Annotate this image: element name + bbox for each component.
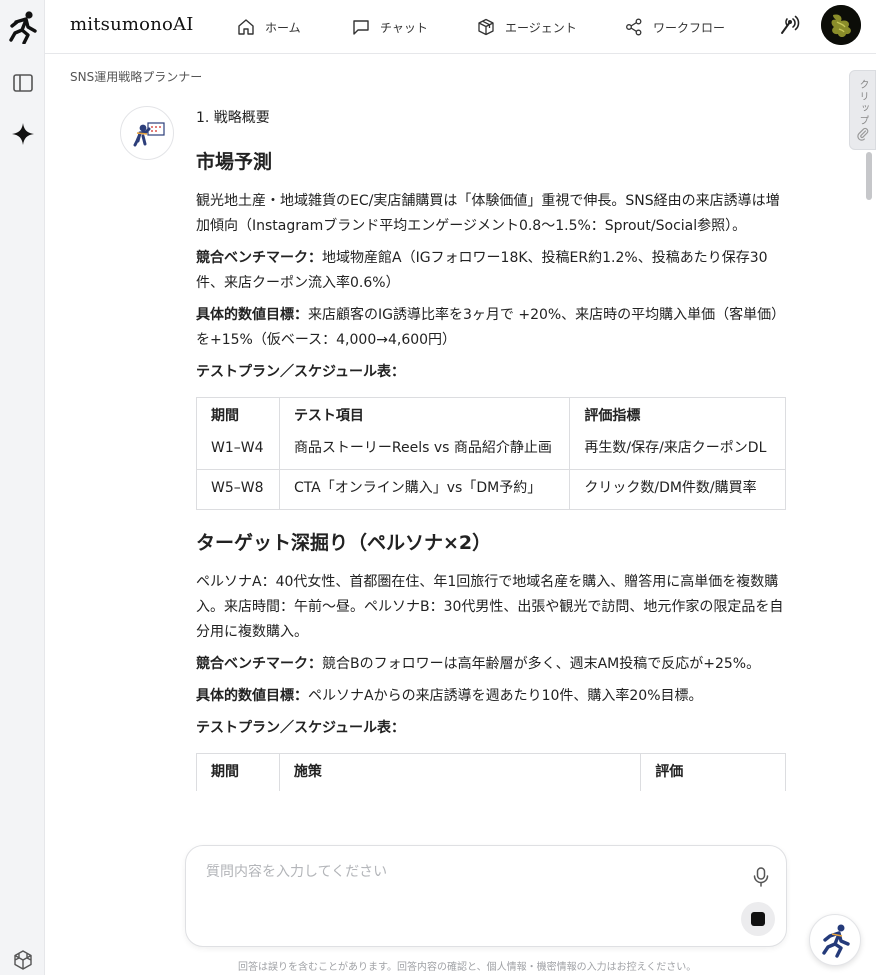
table-header-cell: 期間	[196, 397, 280, 436]
table-row: W1–W4 商品ストーリーReels vs 商品紹介静止画 再生数/保存/来店ク…	[196, 435, 786, 470]
persona-intro: ペルソナA：40代女性、首都圏在住、年1回旅行で地域名産を購入、贈答用に高単価を…	[196, 573, 784, 640]
table-cell: CTA「オンライン購入」vs「DM予約」	[278, 468, 571, 510]
target-text: ペルソナAからの来店誘導を週あたり10件、購入率20%目標。	[308, 687, 703, 704]
market-benchmark: 競合ベンチマーク：地域物産館A（IGフォロワー18K、投稿ER約1.2%、投稿あ…	[196, 246, 786, 296]
clip-label: クリップ	[857, 79, 868, 127]
benchmark-label: 競合ベンチマーク：	[196, 250, 322, 266]
nav-workflow[interactable]: ワークフロー	[625, 0, 725, 54]
top-header: mitsumonoAI ホーム チャット エージェント ワークフロー	[45, 0, 876, 54]
disclaimer-text: 回答は誤りを含むことがあります。回答内容の確認と、個人情報・機密情報の入力はお控…	[238, 962, 697, 973]
benchmark-label: 競合ベンチマーク：	[196, 655, 322, 672]
table-header-cell: 評価	[640, 752, 786, 791]
nav-agent[interactable]: エージェント	[477, 0, 577, 54]
planner-bot-icon	[133, 122, 165, 147]
table-cell: W5–W8	[196, 468, 280, 510]
persona-benchmark: 競合ベンチマーク：競合Bのフォロワーは高年齢層が多く、週末AM投稿で反応が+25…	[196, 652, 786, 677]
table-header-cell: 評価指標	[569, 397, 786, 436]
persona-schedule-table: 期間 施策 評価	[196, 752, 786, 791]
dragon-avatar-icon	[821, 5, 861, 45]
question-input[interactable]	[206, 864, 706, 880]
sidebar-toggle-icon[interactable]	[12, 72, 34, 94]
table-header-cell: 期間	[196, 752, 280, 791]
market-target: 具体的数値目標：来店顧客のIG誘導比率を3ヶ月で +20%、来店時の平均購入単価…	[196, 303, 786, 353]
home-icon	[238, 19, 254, 35]
table-cell: 商品ストーリーReels vs 商品紹介静止画	[278, 435, 571, 470]
table-header-cell: テスト項目	[278, 397, 571, 436]
codesandbox-icon[interactable]	[12, 949, 34, 971]
market-intro: 観光地土産・地域雑貨のEC/実店舗購買は「体験価値」重視で伸長。SNS経由の来店…	[196, 193, 780, 234]
paperclip-icon	[857, 127, 869, 141]
table-row: W5–W8 CTA「オンライン購入」vs「DM予約」 クリック数/DM件数/購買…	[196, 468, 786, 510]
nav-agent-label: エージェント	[505, 20, 577, 35]
breadcrumb[interactable]: SNS運用戦略プランナー	[70, 68, 202, 85]
table-header-row: 期間 テスト項目 評価指標	[196, 397, 786, 436]
market-schedule-table: 期間 テスト項目 評価指標 W1–W4 商品ストーリーReels vs 商品紹介…	[196, 397, 786, 510]
brand-name[interactable]: mitsumonoAI	[70, 14, 194, 35]
chat-input-box	[185, 845, 787, 947]
assistant-avatar	[120, 106, 174, 160]
target-label: 具体的数値目標：	[196, 687, 308, 704]
cube-icon	[478, 18, 494, 36]
microphone-icon[interactable]	[751, 866, 771, 888]
floating-assistant-button[interactable]	[809, 914, 861, 966]
persona-plan-label: テストプラン／スケジュール表：	[196, 719, 406, 736]
target-label: 具体的数値目標：	[196, 307, 308, 323]
nav-home-label: ホーム	[265, 20, 301, 35]
sparkle-icon[interactable]	[11, 122, 35, 146]
stop-button[interactable]	[741, 902, 775, 936]
share-icon	[626, 18, 642, 36]
stop-icon	[751, 912, 765, 926]
benchmark-text: 競合Bのフォロワーは高年齢層が多く、週末AM投稿で反応が+25%。	[322, 655, 761, 672]
nav-chat[interactable]: チャット	[352, 0, 428, 54]
nav-workflow-label: ワークフロー	[653, 20, 726, 35]
nav-chat-label: チャット	[380, 20, 428, 35]
table-cell: クリック数/DM件数/購買率	[569, 468, 786, 510]
runner-mascot-icon	[822, 924, 850, 958]
market-plan-label: テストプラン／スケジュール表：	[196, 364, 406, 380]
table-header-row: 期間 施策 評価	[196, 752, 786, 791]
left-rail	[0, 0, 45, 975]
table-cell: W1–W4	[196, 435, 280, 470]
table-cell: 再生数/保存/来店クーポンDL	[569, 435, 786, 470]
assistant-message: 1. 戦略概要 市場予測 観光地土産・地域雑貨のEC/実店舗購買は「体験価値」重…	[196, 106, 786, 836]
runner-logo-icon[interactable]	[8, 10, 38, 44]
user-avatar[interactable]	[821, 5, 861, 45]
persona-target: 具体的数値目標：ペルソナAからの来店誘導を週あたり10件、購入率20%目標。	[196, 684, 786, 709]
table-header-cell: 施策	[278, 752, 642, 791]
section-number: 1. 戦略概要	[196, 110, 270, 126]
market-heading: 市場予測	[196, 151, 273, 173]
persona-heading: ターゲット深掘り（ペルソナ×2）	[196, 531, 492, 554]
scrollbar-thumb[interactable]	[866, 152, 872, 200]
broadcast-icon[interactable]	[778, 14, 800, 36]
chat-icon	[353, 20, 369, 35]
nav-home[interactable]: ホーム	[237, 0, 301, 54]
clip-tab[interactable]: クリップ	[849, 70, 876, 150]
